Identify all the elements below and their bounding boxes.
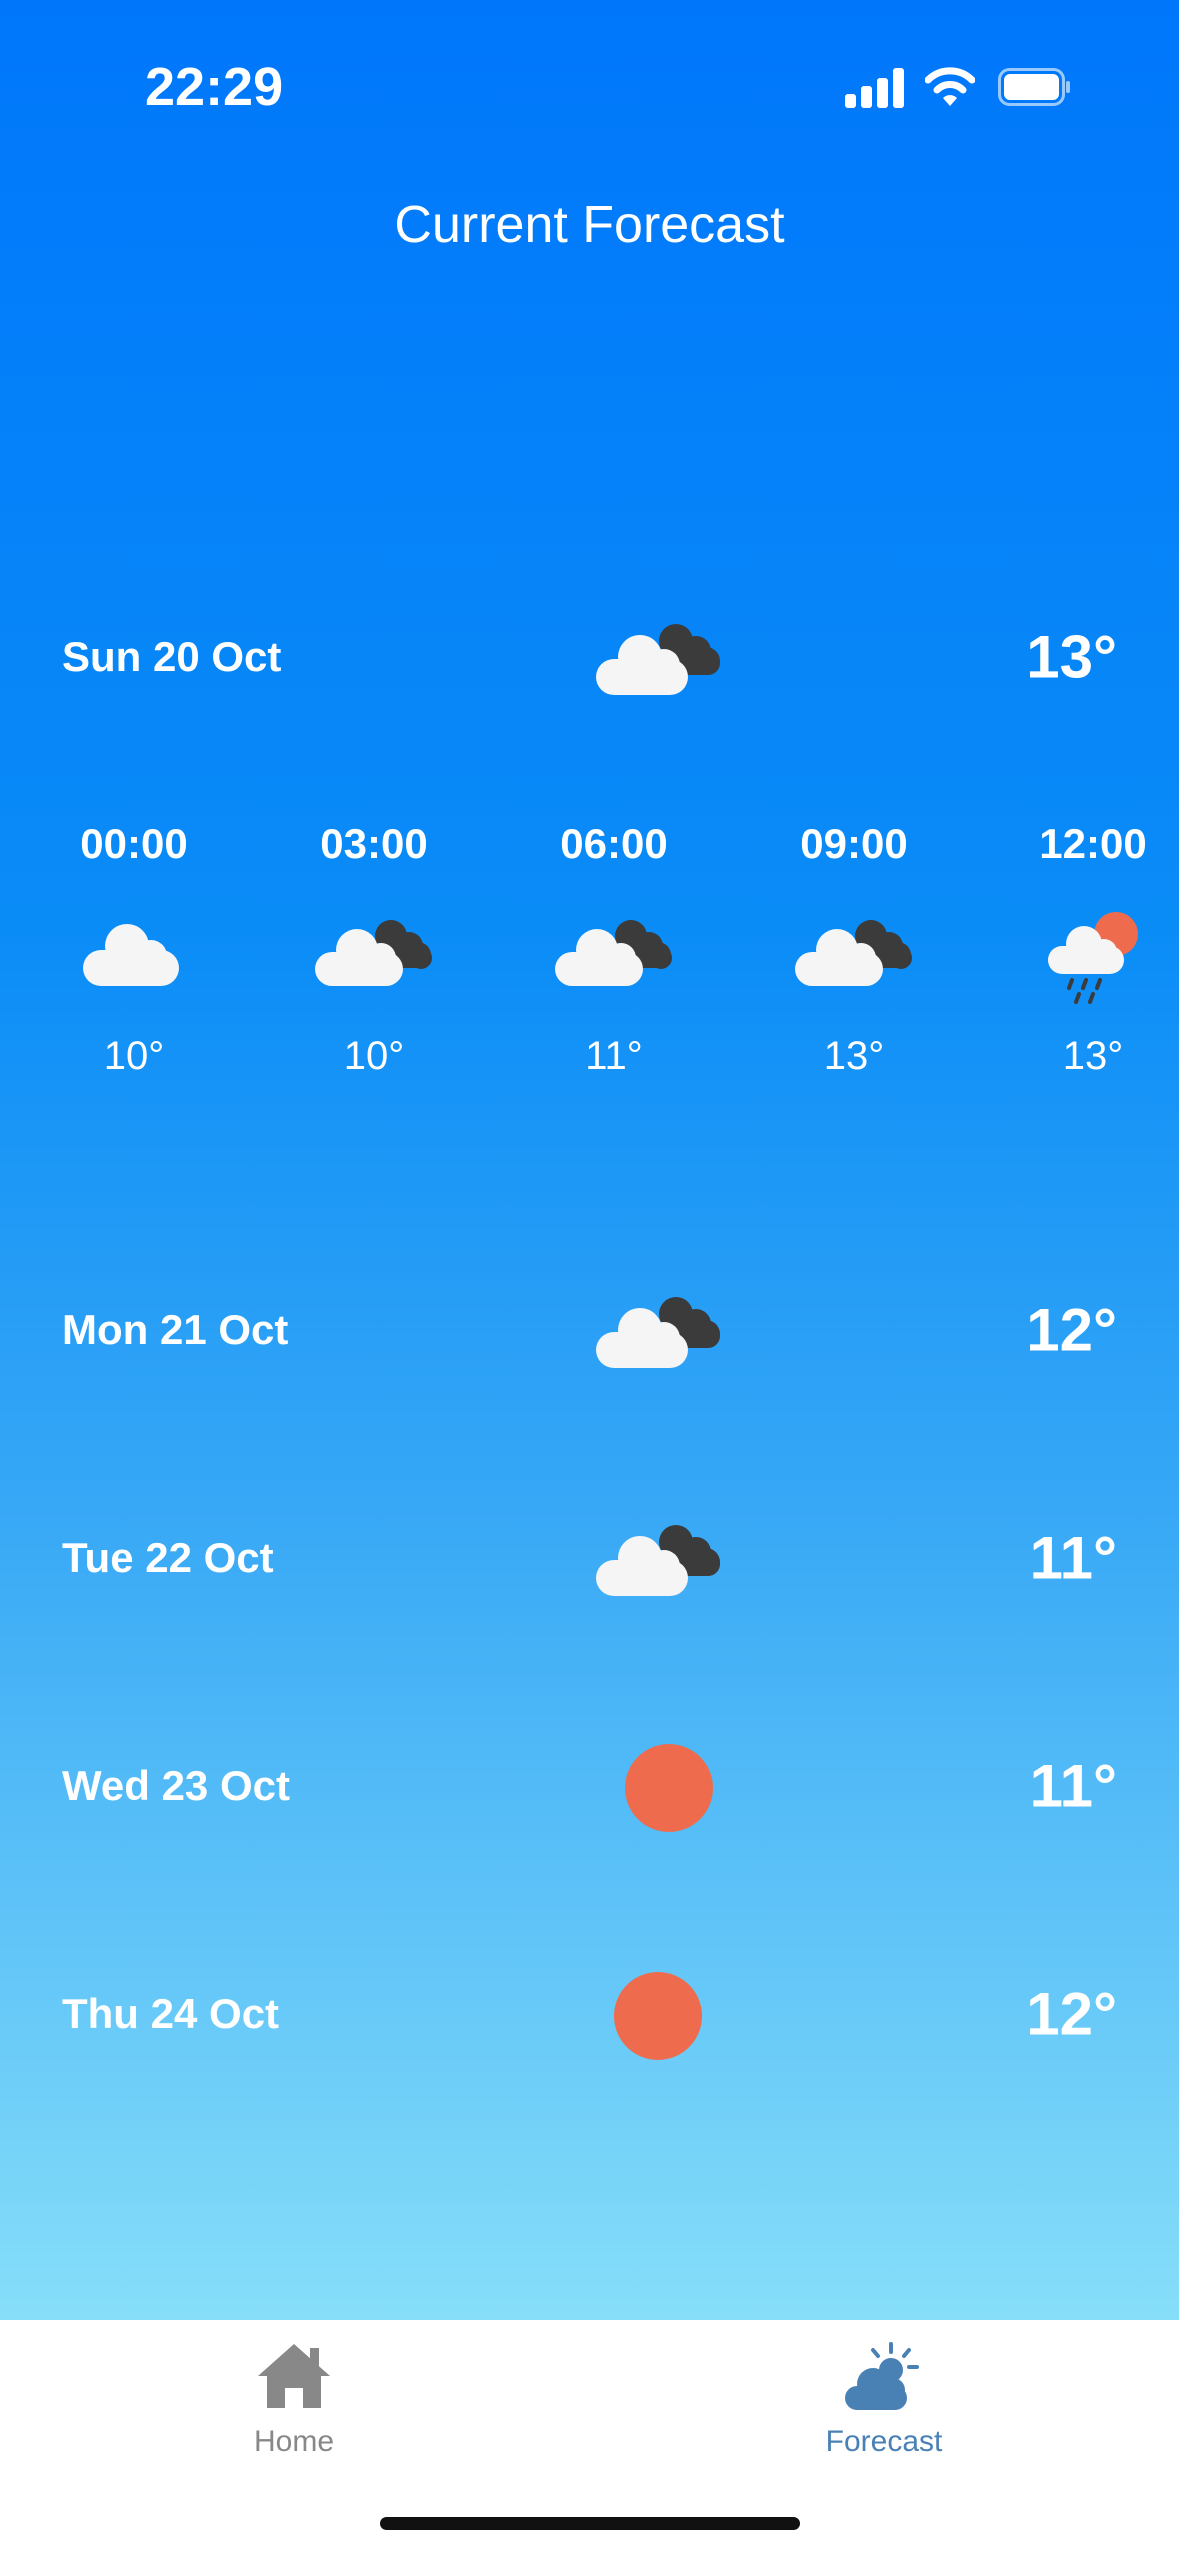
hour-item[interactable]: 00:00 10° xyxy=(34,820,234,1079)
hour-temp: 10° xyxy=(343,1034,405,1078)
hour-item[interactable]: 09:00 13° xyxy=(754,820,954,1079)
day-temp: 12° xyxy=(1026,1980,1117,2048)
status-time: 22:29 xyxy=(145,57,284,117)
hour-temp: 13° xyxy=(823,1034,885,1078)
hour-time: 00:00 xyxy=(80,820,188,867)
day-label: Thu 24 Oct xyxy=(62,1990,280,2037)
sun-rain-icon xyxy=(1048,912,1138,1004)
forecast-screen: 22:29 Current Forecast Sun 20 Oct 13° 00… xyxy=(0,0,1179,2320)
hourly-forecast[interactable]: 00:00 10° 03:00 10° 06:00 11° 09:00 13° … xyxy=(0,820,1179,1120)
cloud-icon xyxy=(83,924,179,986)
day-temp: 11° xyxy=(1029,1524,1117,1592)
day-temp: 12° xyxy=(1026,1296,1117,1364)
cloudy-icon xyxy=(596,1525,720,1596)
tab-forecast[interactable]: Forecast xyxy=(734,2340,1034,2459)
day-temp: 11° xyxy=(1029,1752,1117,1820)
hour-item[interactable]: 03:00 10° xyxy=(274,820,474,1079)
tab-home[interactable]: Home xyxy=(144,2340,444,2459)
hour-time: 03:00 xyxy=(320,820,428,867)
sun-icon xyxy=(614,1972,702,2060)
cloudy-icon xyxy=(555,920,672,986)
day-row[interactable]: Thu 24 Oct 12° xyxy=(0,1954,1179,2074)
hour-time: 06:00 xyxy=(560,820,668,867)
battery-icon xyxy=(998,68,1070,106)
hour-time: 09:00 xyxy=(800,820,908,867)
hour-item[interactable]: 06:00 11° xyxy=(514,820,714,1079)
cloudy-icon xyxy=(596,1297,720,1368)
day-label: Mon 21 Oct xyxy=(62,1306,289,1353)
signal-icon xyxy=(845,68,905,108)
hour-time: 12:00 xyxy=(1039,820,1147,867)
hour-item[interactable]: 12:00 13° xyxy=(993,820,1179,1079)
day-label: Tue 22 Oct xyxy=(62,1534,274,1581)
partly-cloudy-icon xyxy=(845,2342,919,2410)
tab-forecast-label: Forecast xyxy=(825,2425,943,2458)
day-row[interactable]: Tue 22 Oct 11° xyxy=(0,1498,1179,1618)
day-row[interactable]: Wed 23 Oct 11° xyxy=(0,1726,1179,1846)
home-icon xyxy=(258,2344,330,2408)
wifi-icon xyxy=(925,67,975,106)
hour-temp: 13° xyxy=(1062,1034,1124,1078)
cloudy-icon xyxy=(795,920,912,986)
day-row[interactable]: Mon 21 Oct 12° xyxy=(0,1270,1179,1390)
day-label: Wed 23 Oct xyxy=(62,1762,290,1809)
cloudy-icon xyxy=(596,624,720,695)
status-bar: 22:29 xyxy=(0,0,1179,170)
home-indicator[interactable] xyxy=(380,2517,800,2530)
hour-temp: 11° xyxy=(585,1034,643,1078)
day-label: Sun 20 Oct xyxy=(62,633,282,680)
day-row-today[interactable]: Sun 20 Oct 13° xyxy=(0,597,1179,717)
page-title: Current Forecast xyxy=(394,196,785,254)
cloudy-icon xyxy=(315,920,432,986)
day-temp: 13° xyxy=(1026,623,1117,691)
sun-icon xyxy=(625,1744,713,1832)
tab-home-label: Home xyxy=(253,2425,335,2458)
hour-temp: 10° xyxy=(103,1034,165,1078)
